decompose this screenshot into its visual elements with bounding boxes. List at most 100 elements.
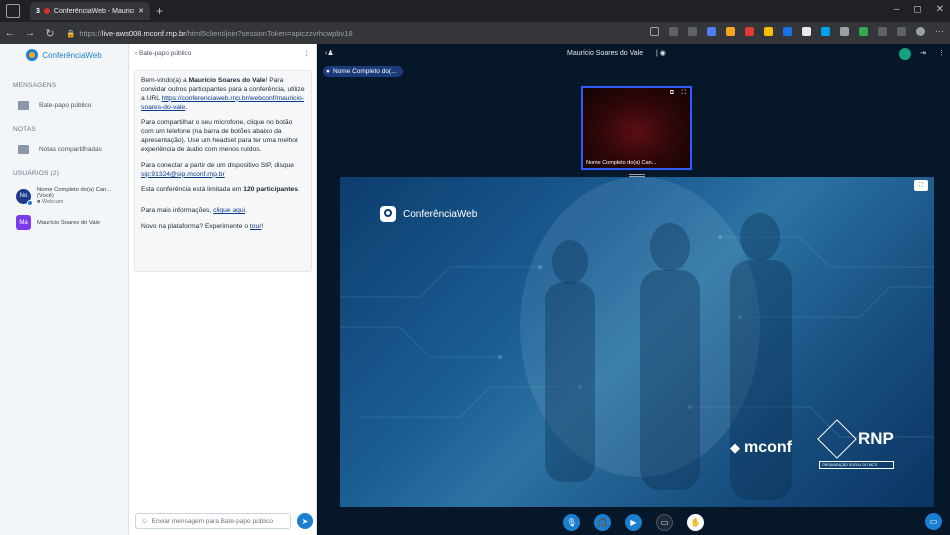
screen-share-icon: ▭ xyxy=(660,517,669,527)
raise-hand-button[interactable]: ✋ xyxy=(687,513,704,531)
tab-title: ConferênciaWeb - Mauricio xyxy=(53,7,135,15)
extension-icon[interactable] xyxy=(764,26,773,36)
minimize-presentation-button[interactable]: ▭ xyxy=(925,513,942,530)
chat-icon xyxy=(18,101,29,110)
extension-icon[interactable] xyxy=(745,26,754,36)
rnp-logo-text: RNP xyxy=(858,429,894,448)
profile-icon[interactable] xyxy=(916,26,925,36)
back-to-list-button[interactable]: ‹ Bate-papo público xyxy=(135,50,191,57)
cast-icon[interactable] xyxy=(650,26,659,36)
browser-tab-bar: 3 ConferênciaWeb - Mauricio ✕ + – ◻ ✕ xyxy=(0,0,950,22)
chat-header: ‹ Bate-papo público ⋮ xyxy=(129,44,316,62)
invite-url-link[interactable]: https://conferenciaweb.rnp.br/webconf/ma… xyxy=(141,95,304,111)
headphones-icon: 🎧 xyxy=(597,517,608,527)
audio-button[interactable]: 🎧 xyxy=(594,513,611,531)
punct: ! xyxy=(261,223,264,231)
favorites-bar-icon[interactable] xyxy=(897,26,906,36)
options-menu-icon[interactable]: ⋮ xyxy=(938,49,945,57)
presenter-name: Nome Completo do(... xyxy=(332,68,397,75)
screen-share-button[interactable]: ▭ xyxy=(656,513,673,531)
shared-notes-item[interactable]: Notas compartilhadas xyxy=(18,145,128,154)
minimize-icon[interactable]: – xyxy=(894,4,900,15)
extension-icon[interactable] xyxy=(783,26,792,36)
mconf-logo-text: mconf xyxy=(744,439,792,456)
tour-text: Novo na plataforma? Experimente o xyxy=(141,223,250,231)
user-list-item[interactable]: No Nome Completo do(a) Can... (Você) ■ W… xyxy=(16,187,128,206)
tour-link[interactable]: tour xyxy=(250,223,262,230)
extension-icon[interactable] xyxy=(821,26,830,36)
user-status: Webcam xyxy=(41,199,64,205)
back-icon[interactable]: ← xyxy=(0,27,20,39)
mic-instructions: Para compartilhar o seu microfone, cliqu… xyxy=(141,119,299,153)
presenter-icon: ● xyxy=(326,68,330,75)
webcam-button[interactable]: ▶ xyxy=(625,513,642,531)
chat-panel: ‹ Bate-papo público ⋮ Bem-vindo(a) a Mau… xyxy=(129,44,317,535)
mconf-logo-icon: ◆ xyxy=(730,440,740,455)
toggle-users-icon[interactable]: ‹♟ xyxy=(325,49,334,57)
user-list-item[interactable]: Ma Maurício Soares do Vale xyxy=(16,215,128,230)
restore-icon[interactable]: ◻ xyxy=(913,4,921,15)
recording-status-icon[interactable]: | ◉ xyxy=(656,49,666,57)
microphone-button[interactable]: 🎙 xyxy=(563,513,580,531)
sip-link[interactable]: sip:91324@sip.mconf.rnp.br xyxy=(141,171,225,178)
send-message-button[interactable]: ➤ xyxy=(297,513,313,529)
url-path: /html5client/join?sessionToken=apiczzvrh… xyxy=(185,28,353,38)
tab-count: 3 xyxy=(36,7,40,15)
close-tab-icon[interactable]: ✕ xyxy=(138,7,144,15)
punct: . xyxy=(185,103,188,111)
url-prefix: https:// xyxy=(79,28,102,38)
webcam-icon: ■ xyxy=(37,199,41,205)
user-list-panel: ConferênciaWeb MENSAGENS Bate-papo públi… xyxy=(0,44,129,535)
info-link[interactable]: clique aqui xyxy=(213,207,245,214)
extension-icon[interactable] xyxy=(726,26,735,36)
extension-icon[interactable] xyxy=(840,26,849,36)
rnp-logo-sub: ORGANIZAÇÃO SOCIAL DO MCTI xyxy=(819,461,894,469)
microphone-icon: 🎙 xyxy=(566,517,577,527)
recording-icon xyxy=(43,8,50,14)
public-chat-item[interactable]: Bate-papo público xyxy=(18,101,128,110)
read-aloud-icon[interactable] xyxy=(669,26,678,36)
extension-icon[interactable] xyxy=(859,26,868,36)
user-name: Nome Completo do(a) Can... (Você) xyxy=(37,187,112,199)
avatar-initials: No xyxy=(19,193,28,199)
more-options-icon[interactable]: ··· xyxy=(935,26,944,36)
avatar: No xyxy=(16,188,33,206)
slide-fullscreen-icon[interactable]: ⛶ xyxy=(914,180,928,191)
webcam-video xyxy=(583,88,690,168)
limit-text: Esta conferência está limitada em xyxy=(141,186,244,194)
popout-icon[interactable]: ⧉ xyxy=(670,90,674,97)
hand-icon: ✋ xyxy=(690,517,701,527)
slide-brand-text: ConferênciaWeb xyxy=(403,208,478,220)
emoji-icon[interactable]: ☺ xyxy=(141,518,148,525)
browser-tab[interactable]: 3 ConferênciaWeb - Mauricio ✕ xyxy=(30,2,150,20)
punct: . xyxy=(297,186,300,194)
webcam-tile[interactable]: ⧉ ⛶ Nome Completo do(a) Can... xyxy=(581,86,692,170)
extension-icon[interactable] xyxy=(878,26,887,36)
presentation-area: ‹♟ Maurício Soares do Vale | ◉ ⇥ ⋮ ● Nom… xyxy=(317,44,950,535)
forward-icon[interactable]: → xyxy=(20,27,40,39)
rnp-logo: RNP ORGANIZAÇÃO SOCIAL DO MCTI xyxy=(817,419,894,469)
presentation-slide: ⛶ ConferênciaWeb ◆ mconf RNP ORGANIZAÇÃO… xyxy=(340,177,934,507)
tab-actions-icon[interactable] xyxy=(6,4,20,18)
new-tab-icon[interactable]: + xyxy=(156,4,163,18)
extension-icon[interactable] xyxy=(707,26,716,36)
conference-app: ConferênciaWeb MENSAGENS Bate-papo públi… xyxy=(0,44,950,535)
notes-icon xyxy=(18,145,29,154)
reload-icon[interactable]: ↻ xyxy=(40,27,60,40)
avatar-initials: Ma xyxy=(19,219,28,226)
leave-icon[interactable]: ⇥ xyxy=(920,49,926,57)
connection-status-icon[interactable] xyxy=(899,48,911,60)
chat-message-input[interactable]: ☺ Enviar mensagem para Bate-papo público xyxy=(135,513,291,529)
url-host: live-aws008.mconf.rnp.br xyxy=(101,28,186,38)
fullscreen-icon[interactable]: ⛶ xyxy=(682,90,686,97)
extension-icon[interactable] xyxy=(802,26,811,36)
welcome-text: Bem-vindo(a) a xyxy=(141,77,189,84)
meeting-title: Maurício Soares do Vale xyxy=(567,50,644,57)
address-bar-row: ← → ↻ 🔒 https://live-aws008.mconf.rnp.br… xyxy=(0,22,950,44)
favorite-icon[interactable] xyxy=(688,26,697,36)
url-field[interactable]: 🔒 https://live-aws008.mconf.rnp.br/html5… xyxy=(66,25,516,41)
chat-options-icon[interactable]: ⋮ xyxy=(304,49,311,57)
close-window-icon[interactable]: ✕ xyxy=(936,4,944,15)
webcam-label: Nome Completo do(a) Can... xyxy=(586,160,657,166)
presenter-pill[interactable]: ● Nome Completo do(... xyxy=(323,66,403,77)
